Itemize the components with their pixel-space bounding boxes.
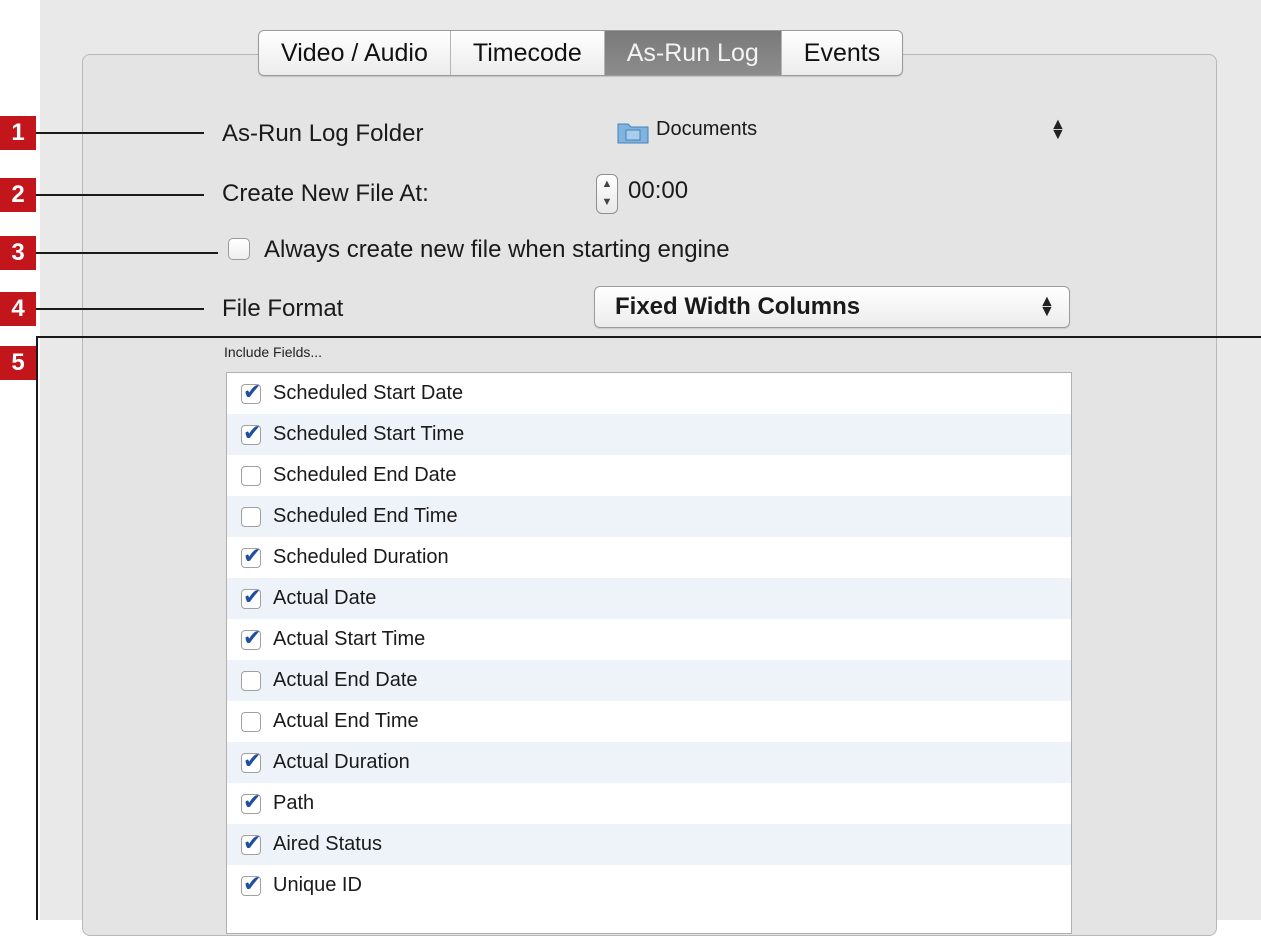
callout-marker-2: 2	[0, 178, 36, 212]
field-checkbox[interactable]	[241, 420, 261, 446]
callout-line-1	[36, 132, 204, 134]
file-format-label: File Format	[222, 295, 344, 322]
file-format-select[interactable]: Fixed Width Columns ▲ ▼	[594, 286, 1070, 328]
field-checkbox[interactable]	[241, 465, 261, 486]
field-label: Actual Duration	[273, 751, 410, 773]
tab-timecode[interactable]: Timecode	[451, 31, 605, 75]
field-label: Scheduled Duration	[273, 546, 449, 568]
list-item[interactable]: Actual End Date	[227, 660, 1071, 701]
tab-bar: Video / Audio Timecode As-Run Log Events	[258, 30, 904, 76]
callout-line-5-top	[36, 336, 1261, 338]
select-arrows-icon: ▲ ▼	[1039, 293, 1055, 320]
list-item[interactable]: Scheduled End Date	[227, 455, 1071, 496]
field-label: Scheduled Start Time	[273, 423, 465, 445]
field-checkbox[interactable]	[241, 830, 261, 856]
list-item[interactable]: Actual End Time	[227, 701, 1071, 742]
field-checkbox[interactable]	[241, 506, 261, 527]
field-checkbox[interactable]	[241, 711, 261, 732]
new-file-time-field[interactable]: 00:00	[628, 177, 688, 205]
field-checkbox[interactable]	[241, 789, 261, 815]
time-stepper[interactable]: ▲ ▼	[596, 174, 618, 214]
callout-line-4	[36, 308, 204, 310]
callout-marker-3: 3	[0, 236, 36, 270]
include-fields-label: Include Fields...	[224, 344, 323, 360]
always-new-file-checkbox[interactable]	[228, 238, 250, 260]
stepper-up-icon[interactable]: ▲	[597, 175, 617, 193]
stepper-down-icon[interactable]: ▼	[597, 193, 617, 211]
field-label: Aired Status	[273, 833, 382, 855]
list-item[interactable]: Scheduled Start Date	[227, 373, 1071, 414]
field-checkbox[interactable]	[241, 748, 261, 774]
callout-line-5-left	[36, 336, 38, 920]
callout-marker-5: 5	[0, 346, 36, 380]
list-item[interactable]: Actual Start Time	[227, 619, 1071, 660]
field-label: Unique ID	[273, 874, 362, 896]
list-item[interactable]: Aired Status	[227, 824, 1071, 865]
field-checkbox[interactable]	[241, 379, 261, 405]
list-item[interactable]: Scheduled Start Time	[227, 414, 1071, 455]
field-label: Actual End Date	[273, 669, 418, 691]
callout-marker-1: 1	[0, 116, 36, 150]
field-label: Actual End Time	[273, 710, 419, 732]
new-file-label: Create New File At:	[222, 180, 429, 207]
field-label: Actual Date	[273, 587, 377, 609]
callout-line-2	[36, 194, 204, 196]
field-label: Scheduled Start Date	[273, 382, 464, 404]
callout-marker-4: 4	[0, 292, 36, 326]
field-checkbox[interactable]	[241, 871, 261, 897]
field-label: Scheduled End Date	[273, 464, 457, 486]
always-new-file-label: Always create new file when starting eng…	[264, 236, 730, 263]
field-checkbox[interactable]	[241, 670, 261, 691]
field-checkbox[interactable]	[241, 543, 261, 569]
callout-line-3	[36, 252, 218, 254]
folder-popup-arrows-icon[interactable]: ▲ ▼	[1050, 117, 1066, 143]
tab-as-run-log[interactable]: As-Run Log	[604, 31, 782, 75]
list-item[interactable]: Path	[227, 783, 1071, 824]
field-label: Actual Start Time	[273, 628, 426, 650]
tab-events[interactable]: Events	[782, 31, 902, 75]
field-checkbox[interactable]	[241, 625, 261, 651]
log-folder-popup[interactable]: Documents	[656, 118, 757, 141]
list-item[interactable]: Unique ID	[227, 865, 1071, 906]
folder-icon	[617, 123, 649, 144]
field-label: Path	[273, 792, 315, 814]
list-item[interactable]: Actual Duration	[227, 742, 1071, 783]
field-label: Scheduled End Time	[273, 505, 458, 527]
list-item[interactable]: Actual Date	[227, 578, 1071, 619]
log-folder-label: As-Run Log Folder	[222, 120, 424, 147]
field-checkbox[interactable]	[241, 584, 261, 610]
list-item[interactable]: Scheduled Duration	[227, 537, 1071, 578]
tab-video-audio[interactable]: Video / Audio	[259, 31, 451, 75]
file-format-value: Fixed Width Columns	[615, 293, 861, 320]
list-item[interactable]: Scheduled End Time	[227, 496, 1071, 537]
include-fields-list: Scheduled Start Date Scheduled Start Time…	[226, 372, 1072, 934]
